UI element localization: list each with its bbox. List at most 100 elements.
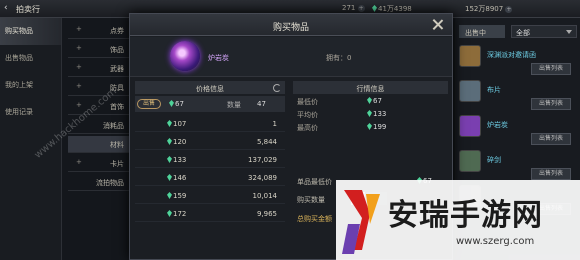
category-label: 首饰 (110, 103, 124, 111)
sidenav-my-listings[interactable]: 我的上架 (0, 72, 61, 99)
row-qty: 137,029 (248, 156, 277, 164)
category-item[interactable]: + 饰品 (68, 41, 130, 58)
item-summary: 炉岩炭 拥有：0 (130, 37, 452, 77)
price-row[interactable]: 107 1 (135, 116, 285, 132)
listing-item[interactable]: 深渊派对邀请函 出售列表 (459, 44, 577, 78)
price-row[interactable]: 120 5,844 (135, 134, 285, 150)
row-price-value: 133 (173, 156, 187, 164)
row-price: 159 (167, 192, 186, 200)
expand-icon: + (76, 82, 82, 90)
currency-value: 152万8907 (465, 5, 504, 13)
market-number: 133 (373, 110, 387, 118)
resource-1: 271 + (342, 4, 365, 12)
row-price-value: 159 (173, 192, 187, 200)
market-row-max: 最高价 199 (297, 123, 447, 135)
row-qty: 9,965 (256, 210, 277, 218)
tab-on-sale[interactable]: 出售中 (459, 25, 505, 38)
expand-icon: + (76, 101, 82, 109)
sidenav-history[interactable]: 使用记录 (0, 99, 61, 126)
price-panel: 价格信息 出售 67 数量 47 107 1 120 5,844 133 137,029 1… (135, 81, 285, 259)
listing-item[interactable]: 炉岩炭出售列表 (459, 114, 577, 148)
market-key: 最高价 (297, 124, 318, 132)
row-qty: 324,089 (248, 174, 277, 182)
selected-price-row[interactable]: 出售 67 数量 47 (135, 96, 285, 112)
gem-icon (367, 110, 372, 117)
gem-icon (167, 156, 172, 163)
row-qty: 5,844 (256, 138, 277, 146)
add-currency-icon[interactable]: + (505, 6, 513, 13)
category-item[interactable]: + 点券 (68, 22, 130, 39)
gem-icon (167, 192, 172, 199)
market-value: 199 (367, 123, 386, 131)
category-label: 点券 (110, 27, 124, 35)
row-price: 146 (167, 174, 186, 182)
listing-item-name: 布片 (487, 86, 501, 94)
category-item[interactable]: + 防具 (68, 79, 130, 96)
price-row[interactable]: 172 9,965 (135, 206, 285, 222)
price-row[interactable]: 159 10,014 (135, 188, 285, 204)
selected-price: 67 (169, 100, 184, 108)
qty-label: 数量 (227, 101, 241, 109)
row-price: 172 (167, 210, 186, 218)
dialog-title: 购买物品 (272, 23, 309, 33)
row-qty: 1 (272, 120, 277, 128)
watermark-logo: 安瑞手游网 www.szerg.com (336, 180, 580, 260)
filter-select[interactable]: 全部 (511, 25, 577, 38)
sale-list-button[interactable]: 出售列表 (531, 63, 571, 75)
row-price-value: 120 (173, 138, 187, 146)
watermark-url: www.szerg.com (456, 236, 535, 247)
sale-list-button[interactable]: 出售列表 (531, 133, 571, 145)
category-item[interactable]: + 武器 (68, 60, 130, 77)
category-label: 武器 (110, 65, 124, 73)
market-number: 67 (373, 97, 382, 105)
category-item[interactable]: + 卡片 (68, 155, 130, 172)
sale-list-button[interactable]: 出售列表 (531, 168, 571, 180)
watermark-title: 安瑞手游网 (388, 198, 543, 233)
resource-3: 152万8907 + (465, 4, 513, 14)
listing-item[interactable]: 布片出售列表 (459, 79, 577, 113)
market-row-avg: 平均价 133 (297, 110, 447, 122)
sidenav-buy[interactable]: 购买物品 (0, 18, 61, 45)
market-number: 199 (373, 123, 387, 131)
market-key: 平均价 (297, 111, 318, 119)
price-row[interactable]: 133 137,029 (135, 152, 285, 168)
buy-qty-label: 购买数量 (297, 196, 325, 204)
item-thumbnail (459, 80, 481, 102)
market-value: 67 (367, 97, 382, 105)
price-header: 价格信息 (135, 81, 285, 94)
gem-icon (167, 120, 172, 127)
back-icon[interactable]: ‹ (4, 3, 8, 13)
row-price: 107 (167, 120, 186, 128)
selected-qty: 47 (257, 100, 266, 108)
row-price-value: 146 (173, 174, 187, 182)
sale-list-button[interactable]: 出售列表 (531, 98, 571, 110)
category-item[interactable]: 材料 (68, 136, 130, 153)
add-currency-icon[interactable]: + (357, 5, 365, 12)
item-icon (170, 41, 200, 71)
gem-icon (167, 174, 172, 181)
market-panel: 行情信息 最低价 67 平均价 133 最高价 199 (293, 81, 448, 151)
price-row[interactable]: 146 324,089 (135, 170, 285, 186)
category-list: + 点券 + 饰品 + 武器 + 防具 + 首饰 消耗品 材料 + 卡片 流拍物品 (68, 22, 130, 260)
gem-icon (169, 100, 174, 107)
close-icon[interactable] (432, 18, 444, 30)
category-label: 消耗品 (103, 122, 124, 130)
row-price-value: 172 (173, 210, 187, 218)
sidenav-sell[interactable]: 出售物品 (0, 45, 61, 72)
gem-icon (167, 138, 172, 145)
row-price: 120 (167, 138, 186, 146)
refresh-icon[interactable] (273, 84, 281, 92)
filter-value: 全部 (516, 29, 530, 37)
price-header-label: 价格信息 (196, 85, 224, 93)
currency-value: 271 (342, 4, 356, 12)
category-label: 卡片 (110, 160, 124, 168)
listing-tabbar: 出售中 全部 (459, 25, 577, 39)
category-item[interactable]: 流拍物品 (68, 174, 130, 191)
gem-icon (167, 210, 172, 217)
category-label: 材料 (110, 141, 124, 149)
listing-item[interactable]: 碎剑 出售列表 (459, 149, 577, 183)
selected-price-value: 67 (175, 100, 184, 108)
listing-item-name: 炉岩炭 (487, 121, 508, 129)
row-price: 133 (167, 156, 186, 164)
expand-icon: + (76, 44, 82, 52)
